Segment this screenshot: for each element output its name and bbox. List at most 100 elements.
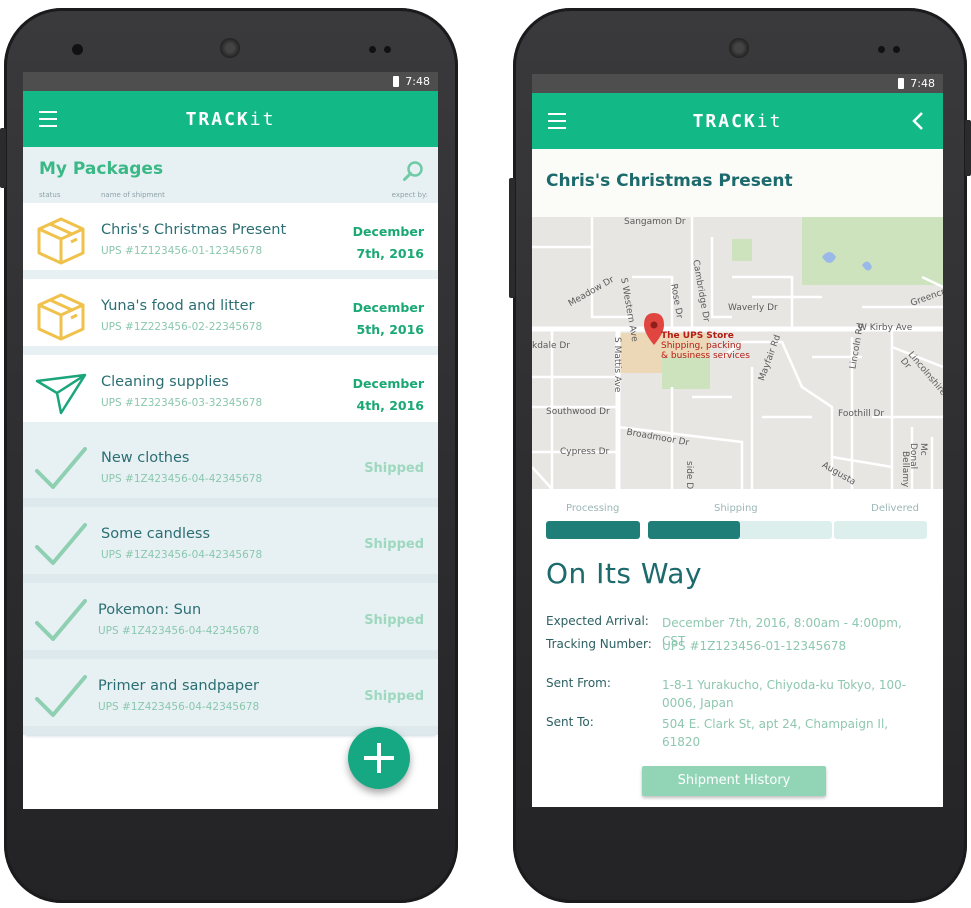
package-row[interactable]: Primer and sandpaper UPS #1Z423456-04-423… [23,659,438,735]
app-title: TRACKit [185,108,276,130]
progress-segment-processing [546,521,640,539]
power-button [965,120,971,176]
map-view[interactable]: Sangamon Dr Meadow Dr S Western Ave Camb… [532,217,943,489]
left-phone-frame: 7:48 TRACKit My Packages status name of … [0,8,458,903]
app-title: TRACKit [692,110,783,132]
sensor [878,46,885,53]
package-name: Cleaning supplies [101,374,229,390]
earpiece-speaker [220,38,240,58]
left-screen: 7:48 TRACKit My Packages status name of … [23,72,438,809]
package-row[interactable]: Some candless UPS #1Z423456-04-42345678 Sh… [23,507,438,583]
package-due-date: December 5th, 2016 [352,300,424,337]
map-label: side D [684,461,694,489]
package-status: Shipped [364,537,424,552]
status-bar: 7:48 [23,72,438,91]
package-due-date: December 7th, 2016 [352,224,424,261]
progress-bar [546,521,929,539]
menu-icon[interactable] [39,111,57,127]
status-bar: 7:48 [532,74,943,93]
check-icon [35,519,87,571]
app-bar: TRACKit [532,93,943,149]
front-camera [72,44,83,55]
volume-button [509,178,515,298]
map-label: Southwood Dr [546,407,610,417]
status-heading: On Its Way [546,557,703,590]
sent-from-value: 1-8-1 Yurakucho, Chiyoda-ku Tokyo, 100-0… [662,678,907,710]
check-icon [35,595,87,647]
right-screen: 7:48 TRACKit Chris's Christmas Present S… [532,74,943,807]
earpiece-speaker [729,38,749,58]
package-title: Chris's Christmas Present [532,149,943,217]
paper-plane-icon [35,367,87,419]
map-label: Mc Donal [908,443,928,470]
package-name: New clothes [101,450,190,466]
package-due-date: December 4th, 2016 [352,376,424,413]
tracking-value: UPS #1Z123456-01-12345678 [662,639,847,653]
map-label: Foothill Dr [838,409,885,419]
shipment-history-button[interactable]: Shipment History [642,766,826,796]
status-time: 7:48 [405,75,430,88]
list-header: My Packages status name of shipment expe… [23,147,438,203]
sent-from-label: Sent From: [546,676,611,690]
package-row[interactable]: Pokemon: Sun UPS #1Z423456-04-42345678 Shi… [23,583,438,659]
package-tracking: UPS #1Z423456-04-42345678 [98,701,260,713]
package-row[interactable]: Cleaning supplies UPS #1Z323456-03-323456… [23,355,438,431]
map-label: Cypress Dr [560,447,610,457]
package-row[interactable]: New clothes UPS #1Z423456-04-42345678 Ship… [23,431,438,507]
package-tracking: UPS #1Z423456-04-42345678 [101,549,263,561]
col-name: name of shipment [101,191,165,199]
sent-to-value: 504 E. Clark St, apt 24, Champaign Il, 6… [662,717,889,749]
package-name: Primer and sandpaper [98,678,259,694]
progress-steps: Processing Shipping Delivered [546,503,929,517]
step-shipping: Shipping [714,503,758,514]
map-label: S Mattis Ave [612,337,622,393]
map-label: Bellamy [900,451,910,488]
place-desc: Shipping, packing [661,341,742,351]
tracking-label: Tracking Number: [546,637,652,651]
add-package-button[interactable] [348,727,410,789]
col-status: status [39,191,61,199]
status-time: 7:48 [910,77,935,90]
app-bar: TRACKit [23,91,438,147]
package-tracking: UPS #1Z423456-04-42345678 [101,473,263,485]
map-label: Sangamon Dr [624,217,686,227]
package-status: Shipped [364,613,424,628]
check-icon [35,671,87,723]
sensor [369,46,376,53]
arrival-label: Expected Arrival: [546,614,649,628]
package-status: Shipped [364,689,424,704]
box-icon [35,215,87,267]
package-tracking: UPS #1Z423456-04-42345678 [98,625,260,637]
battery-icon [898,78,905,89]
map-label: kdale Dr [532,341,570,351]
page-title: My Packages [39,159,164,179]
place-desc: & business services [661,351,750,361]
package-row[interactable]: Yuna's food and litter UPS #1Z223456-02-2… [23,279,438,355]
menu-icon[interactable] [548,113,566,129]
package-status: Shipped [364,461,424,476]
plus-icon [364,743,394,773]
sensor [384,46,391,53]
package-name: Yuna's food and litter [101,298,255,314]
package-name: Some candless [101,526,211,542]
check-icon [35,443,87,495]
map-place-marker[interactable]: The UPS Store Shipping, packing & busine… [661,331,750,361]
back-chevron-icon[interactable] [907,109,931,133]
right-phone-frame: 7:48 TRACKit Chris's Christmas Present S… [509,8,971,903]
package-row[interactable]: Chris's Christmas Present UPS #1Z123456-0… [23,203,438,279]
package-name: Chris's Christmas Present [101,222,287,238]
progress-segment-shipping-fill [648,521,740,539]
package-tracking: UPS #1Z223456-02-22345678 [101,321,263,333]
sensor [893,46,900,53]
battery-icon [393,76,400,87]
col-expect: expect by: [391,191,428,199]
package-tracking: UPS #1Z123456-01-12345678 [101,245,263,257]
search-icon[interactable] [402,160,424,182]
step-delivered: Delivered [871,503,919,514]
place-name: The UPS Store [661,331,734,341]
step-processing: Processing [566,503,620,514]
sent-to-label: Sent To: [546,715,594,729]
package-tracking: UPS #1Z323456-03-32345678 [101,397,263,409]
volume-button [0,128,6,188]
map-label: Waverly Dr [728,303,778,313]
